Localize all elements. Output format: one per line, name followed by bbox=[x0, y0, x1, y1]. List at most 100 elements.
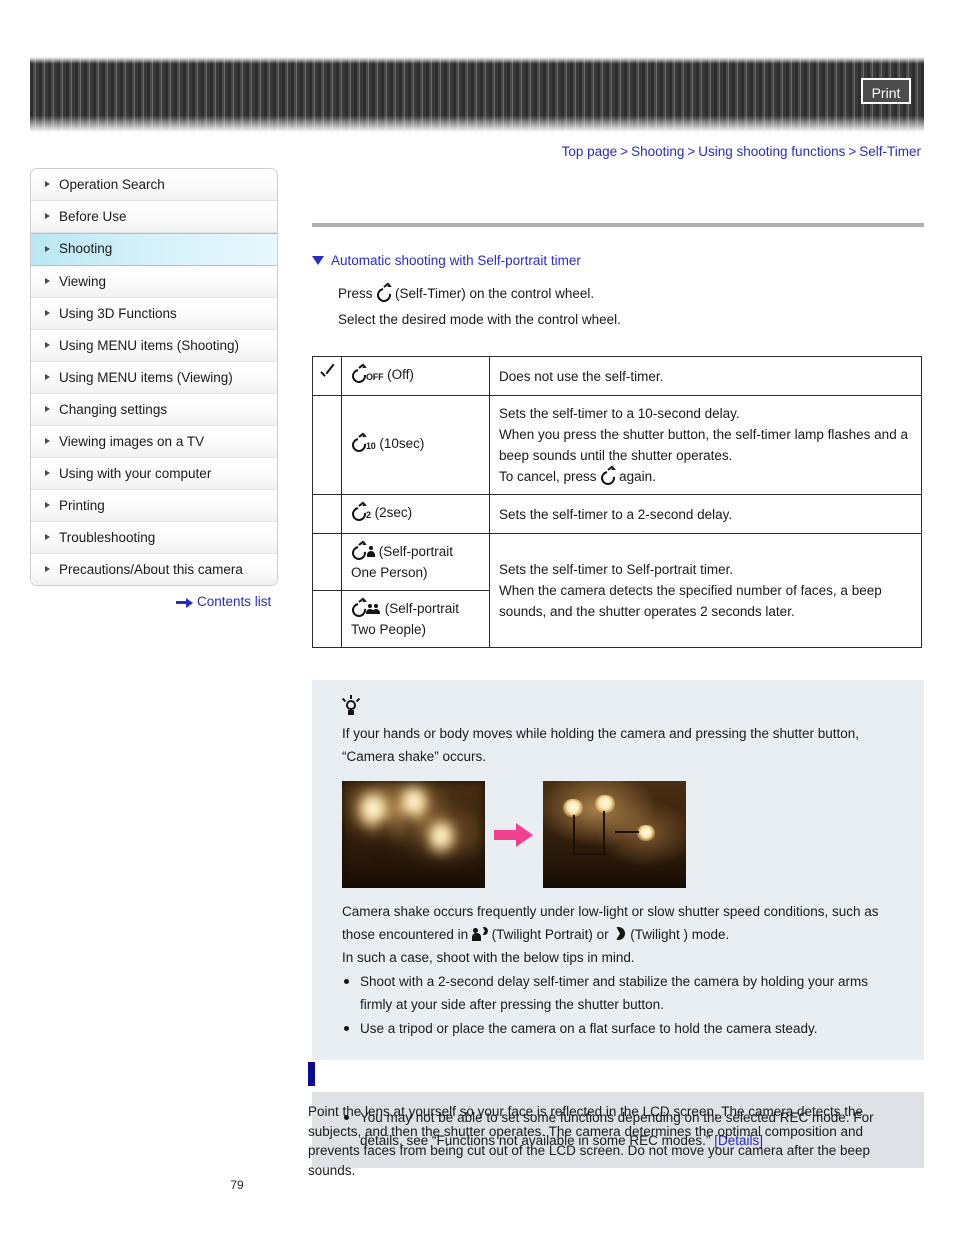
self-timer-icon bbox=[349, 501, 369, 524]
sidebar-item-precautions-about-this-camera[interactable]: Precautions/About this camera bbox=[31, 554, 277, 585]
tip-body-text-2: In such a case, shoot with the below tip… bbox=[342, 950, 635, 965]
twilight-portrait-icon bbox=[471, 927, 488, 941]
breadcrumb-item-self-timer[interactable]: Self-Timer bbox=[859, 144, 921, 159]
contents-list-label: Contents list bbox=[197, 594, 272, 609]
row-mode-cell: OFF (Off) bbox=[341, 356, 490, 396]
step-1-suffix: (Self-Timer) on the control wheel. bbox=[395, 286, 595, 301]
sidebar-item-shooting[interactable]: Shooting bbox=[31, 233, 277, 266]
self-timer-mode-table: OFF (Off) Does not use the self-timer. 1… bbox=[312, 356, 922, 648]
tip-body-text: Camera shake occurs frequently under low… bbox=[342, 900, 894, 946]
chevron-right-icon bbox=[45, 566, 50, 572]
sidebar-item-printing[interactable]: Printing bbox=[31, 490, 277, 522]
sidebar-item-label: Using MENU items (Shooting) bbox=[59, 338, 240, 353]
sidebar-item-operation-search[interactable]: Operation Search bbox=[31, 169, 277, 201]
sidebar-item-using-with-your-computer[interactable]: Using with your computer bbox=[31, 458, 277, 490]
section-heading-label: Automatic shooting with Self-portrait ti… bbox=[331, 253, 581, 268]
desc-line: Sets the self-timer to Self-portrait tim… bbox=[499, 562, 734, 577]
sidebar-item-using-3d-functions[interactable]: Using 3D Functions bbox=[31, 298, 277, 330]
check-icon bbox=[319, 367, 335, 381]
chevron-down-icon bbox=[312, 256, 324, 265]
sidebar-item-viewing[interactable]: Viewing bbox=[31, 266, 277, 298]
chevron-right-icon bbox=[45, 213, 50, 219]
row-check-cell bbox=[312, 533, 342, 591]
bottom-section: Point the lens at yourself so your face … bbox=[308, 1062, 928, 1180]
main-content: Automatic shooting with Self-portrait ti… bbox=[312, 168, 924, 1168]
sidebar-item-before-use[interactable]: Before Use bbox=[31, 201, 277, 233]
tip-text-part-1: Camera shake occurs frequently under low… bbox=[342, 904, 879, 942]
page-number-value: 79 bbox=[230, 1178, 244, 1192]
lightbulb-icon bbox=[341, 695, 361, 718]
twilight-moon-icon bbox=[612, 927, 626, 941]
chevron-right-icon bbox=[45, 342, 50, 348]
breadcrumb-item-using-shooting-functions[interactable]: Using shooting functions bbox=[698, 144, 845, 159]
chevron-right-icon bbox=[45, 406, 50, 412]
tip-intro-text: If your hands or body moves while holdin… bbox=[342, 726, 860, 764]
two-people-icon bbox=[366, 603, 381, 614]
sidebar-item-troubleshooting[interactable]: Troubleshooting bbox=[31, 522, 277, 554]
self-timer-icon bbox=[349, 597, 369, 620]
contents-list-link[interactable]: Contents list bbox=[176, 594, 271, 609]
chevron-right-icon bbox=[45, 438, 50, 444]
sidebar-item-label: Troubleshooting bbox=[59, 530, 156, 545]
tip-text-part-3: (Twilight ) mode. bbox=[630, 927, 730, 942]
chevron-right-icon bbox=[45, 534, 50, 540]
sidebar-item-label: Precautions/About this camera bbox=[59, 562, 243, 577]
sidebar-item-label: Shooting bbox=[59, 241, 113, 256]
sidebar-item-label: Using 3D Functions bbox=[59, 306, 177, 321]
mode-label: (10sec) bbox=[379, 436, 425, 451]
mode-label: (Off) bbox=[387, 367, 414, 382]
desc-line: Sets the self-timer to a 10-second delay… bbox=[499, 406, 740, 421]
chevron-right-icon bbox=[45, 246, 50, 252]
desc-line: When the camera detects the specified nu… bbox=[499, 583, 882, 619]
mode-subscript: 10 bbox=[366, 441, 376, 451]
breadcrumb-item-shooting[interactable]: Shooting bbox=[631, 144, 684, 159]
sidebar-item-changing-settings[interactable]: Changing settings bbox=[31, 394, 277, 426]
breadcrumb: Top page > Shooting > Using shooting functio… bbox=[562, 144, 921, 159]
steps-list: Press (Self-Timer) on the control wheel.… bbox=[338, 282, 924, 331]
breadcrumb-item-top-page[interactable]: Top page bbox=[562, 144, 618, 159]
self-timer-icon bbox=[349, 432, 369, 455]
self-timer-icon bbox=[349, 540, 369, 563]
sidebar-item-using-menu-items-shooting[interactable]: Using MENU items (Shooting) bbox=[31, 330, 277, 362]
breadcrumb-separator: > bbox=[687, 144, 696, 159]
tip-box: If your hands or body moves while holdin… bbox=[312, 680, 924, 1060]
sidebar-item-label: Using with your computer bbox=[59, 466, 212, 481]
bottom-paragraph: Point the lens at yourself so your face … bbox=[308, 1104, 871, 1178]
blurred-photo bbox=[342, 781, 485, 888]
desc-line: When you press the shutter button, the s… bbox=[499, 427, 908, 463]
arrow-right-icon bbox=[485, 822, 543, 848]
mode-subscript: OFF bbox=[366, 372, 384, 382]
row-mode-cell: 10 (10sec) bbox=[341, 395, 490, 495]
camera-shake-comparison bbox=[342, 781, 894, 888]
desc-suffix: again. bbox=[619, 469, 656, 484]
desc-prefix: To cancel, press bbox=[499, 469, 597, 484]
row-check-cell bbox=[312, 395, 342, 495]
mode-subscript: 2 bbox=[366, 510, 371, 520]
breadcrumb-separator: > bbox=[620, 144, 629, 159]
table-row: 10 (10sec) Sets the self-timer to a 10-s… bbox=[312, 395, 922, 495]
chevron-right-icon bbox=[45, 181, 50, 187]
row-check-cell bbox=[312, 356, 342, 396]
self-timer-icon bbox=[374, 282, 395, 305]
table-row: (Self-portrait One Person) Sets the self… bbox=[312, 533, 922, 648]
section-marker bbox=[308, 1062, 315, 1086]
step-1: Press (Self-Timer) on the control wheel. bbox=[338, 282, 924, 305]
step-1-prefix: Press bbox=[338, 286, 373, 301]
list-item: Shoot with a 2-second delay self-timer a… bbox=[342, 970, 894, 1016]
row-mode-cell: (Self-portrait Two People) bbox=[341, 590, 490, 648]
self-timer-icon bbox=[349, 363, 369, 386]
sidebar-item-label: Changing settings bbox=[59, 402, 168, 417]
chevron-right-icon bbox=[45, 278, 50, 284]
sidebar-item-label: Before Use bbox=[59, 209, 127, 224]
sidebar-item-using-menu-items-viewing[interactable]: Using MENU items (Viewing) bbox=[31, 362, 277, 394]
section-heading[interactable]: Automatic shooting with Self-portrait ti… bbox=[312, 253, 924, 268]
mode-label: (2sec) bbox=[374, 505, 413, 520]
table-row: OFF (Off) Does not use the self-timer. bbox=[312, 356, 922, 396]
sidebar-item-label: Printing bbox=[59, 498, 105, 513]
row-mode-cell: 2 (2sec) bbox=[341, 494, 490, 534]
row-mode-cell: (Self-portrait One Person) bbox=[341, 533, 490, 591]
print-button[interactable]: Print bbox=[861, 78, 911, 104]
chevron-right-icon bbox=[45, 470, 50, 476]
header-banner: Print bbox=[30, 57, 924, 132]
sidebar-item-viewing-images-on-a-tv[interactable]: Viewing images on a TV bbox=[31, 426, 277, 458]
